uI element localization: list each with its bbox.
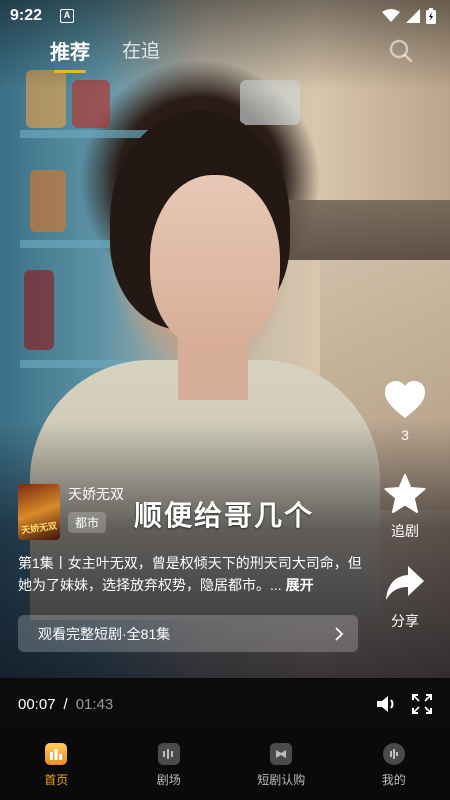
fullscreen-icon[interactable]: [412, 694, 432, 714]
volume-icon[interactable]: [376, 694, 398, 714]
person-face: [150, 175, 280, 350]
status-bar: 9:22 A: [0, 0, 450, 32]
nav-subscribe[interactable]: 短剧认购: [236, 742, 326, 788]
watch-full-drama-button[interactable]: 观看完整短剧·全81集: [18, 615, 358, 652]
time-separator: /: [63, 695, 68, 713]
theater-icon: [157, 742, 180, 765]
drama-info: 天娇无双 天娇无双 都市: [18, 484, 124, 540]
genre-tag[interactable]: 都市: [68, 512, 107, 533]
duration: 01:43: [75, 695, 114, 713]
background-item: [24, 270, 54, 350]
drama-poster[interactable]: 天娇无双: [18, 484, 60, 540]
nav-home-label: 首页: [44, 772, 69, 787]
drama-title[interactable]: 天娇无双: [68, 484, 124, 504]
wifi-icon: [382, 9, 400, 22]
bottom-nav: 首页 剧场 短剧认购 我的: [0, 730, 450, 800]
share-button[interactable]: 分享: [380, 564, 430, 631]
episode-description: 第1集丨女主叶无双，曾是权倾天下的刑天司大司命，但她为了妹妹，选择放弃权势，隐居…: [18, 552, 368, 596]
home-icon: [45, 742, 68, 765]
current-time: 00:07: [18, 695, 56, 713]
poster-title: 天娇无双: [20, 520, 58, 536]
nav-profile[interactable]: 我的: [349, 742, 439, 788]
battery-icon: [426, 8, 436, 24]
follow-label: 追剧: [391, 523, 419, 539]
signal-icon: [406, 9, 420, 23]
nav-theater-label: 剧场: [156, 772, 181, 787]
app-notification-icon: A: [60, 9, 75, 23]
search-icon[interactable]: [388, 38, 414, 64]
chevron-right-icon: [335, 626, 344, 641]
top-tabs: 推荐 在追: [50, 36, 160, 73]
share-label: 分享: [391, 613, 419, 629]
expand-button[interactable]: 展开: [286, 577, 314, 593]
player-controls: 00:07 / 01:43: [0, 678, 450, 730]
like-count: 3: [401, 427, 409, 443]
star-icon: [384, 474, 426, 513]
follow-drama-button[interactable]: 追剧: [380, 474, 430, 541]
nav-home[interactable]: 首页: [11, 742, 101, 788]
nav-profile-label: 我的: [381, 772, 406, 787]
share-icon: [386, 566, 424, 600]
nav-subscribe-label: 短剧认购: [257, 772, 306, 787]
heart-icon: [385, 381, 425, 418]
tab-recommend[interactable]: 推荐: [50, 36, 90, 73]
tab-following[interactable]: 在追: [122, 36, 160, 65]
nav-theater[interactable]: 剧场: [124, 742, 214, 788]
status-time: 9:22: [10, 7, 43, 24]
video-subtitle: 顺便给哥几个: [134, 500, 315, 531]
subscribe-icon: [270, 742, 293, 765]
background-item: [30, 170, 66, 232]
like-button[interactable]: 3: [380, 380, 430, 443]
watch-full-label: 观看完整短剧·全81集: [38, 625, 171, 642]
profile-icon: [382, 742, 405, 765]
